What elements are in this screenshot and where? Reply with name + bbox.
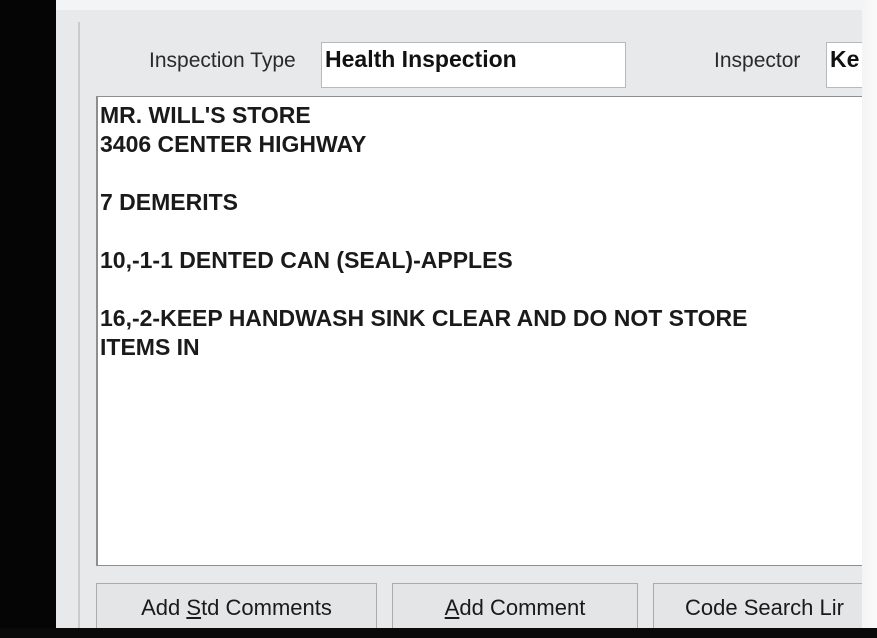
window-frame-line	[78, 22, 80, 628]
inspector-label: Inspector	[714, 49, 801, 72]
comment-line: 3406 CENTER HIGHWAY	[100, 131, 367, 157]
comment-line: MR. WILL'S STORE	[100, 102, 311, 128]
comment-line: ITEMS IN	[100, 334, 200, 360]
code-search-button[interactable]: Code Search Lir	[653, 583, 862, 628]
scan-border-left	[0, 0, 56, 638]
comment-line	[100, 275, 860, 304]
button-label-suffix: td Comments	[201, 595, 332, 620]
comment-line	[100, 217, 860, 246]
comment-line: 10,-1-1 DENTED CAN (SEAL)-APPLES	[100, 247, 513, 273]
mnemonic-letter: A	[444, 595, 460, 620]
window-top-strip	[56, 0, 862, 10]
add-std-comments-button[interactable]: Add Std Comments	[96, 583, 377, 628]
scan-border-right	[862, 0, 877, 638]
comment-line: 16,-2-KEEP HANDWASH SINK CLEAR AND DO NO…	[100, 305, 748, 331]
button-label-suffix: dd Comment	[459, 595, 586, 620]
comment-line	[100, 159, 860, 188]
inspection-window: Inspection Type Health Inspection Inspec…	[56, 0, 862, 628]
comments-textarea[interactable]: MR. WILL'S STORE 3406 CENTER HIGHWAY 7 D…	[96, 96, 862, 566]
inspector-field[interactable]: Ke	[826, 42, 862, 88]
add-comment-button[interactable]: Add Comment	[392, 583, 638, 628]
comment-line: 7 DEMERITS	[100, 189, 239, 215]
mnemonic-letter: S	[186, 595, 202, 620]
inspection-type-label: Inspection Type	[149, 49, 296, 72]
button-label-prefix: Add	[141, 595, 187, 620]
inspection-type-field[interactable]: Health Inspection	[321, 42, 626, 88]
scan-border-bottom	[0, 628, 877, 638]
